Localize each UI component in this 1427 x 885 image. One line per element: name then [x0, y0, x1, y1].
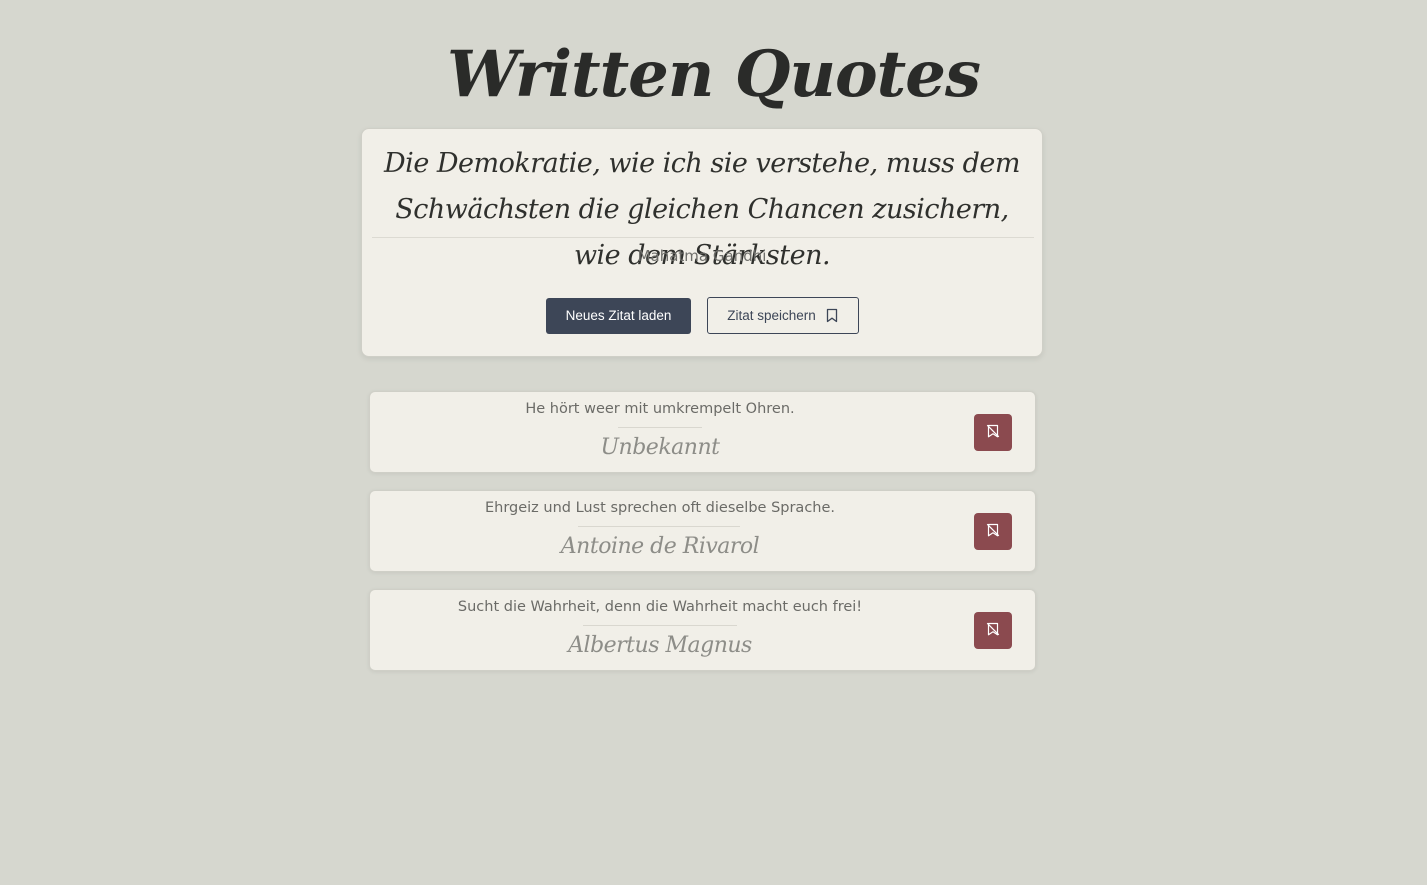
save-quote-button[interactable]: Zitat speichern	[707, 297, 859, 334]
current-quote-card: Die Demokratie, wie ich sie verstehe, mu…	[361, 128, 1043, 357]
load-new-quote-button[interactable]: Neues Zitat laden	[546, 298, 691, 334]
bookmark-off-icon	[986, 424, 1000, 441]
remove-saved-quote-button[interactable]	[974, 513, 1012, 550]
saved-quote-card: He hört weer mit umkrempelt Ohren. Unbek…	[369, 391, 1036, 473]
saved-quote-divider	[618, 427, 702, 428]
saved-quote-divider	[583, 625, 737, 626]
saved-quote-card: Ehrgeiz und Lust sprechen oft dieselbe S…	[369, 490, 1036, 572]
saved-quote-author: Albertus Magnus	[568, 633, 752, 658]
saved-quote-text: Sucht die Wahrheit, denn die Wahrheit ma…	[457, 599, 863, 615]
bookmark-off-icon	[986, 523, 1000, 540]
saved-quote-text: Ehrgeiz und Lust sprechen oft dieselbe S…	[484, 500, 836, 516]
saved-quote-text: He hört weer mit umkrempelt Ohren.	[525, 401, 795, 417]
quote-divider	[372, 237, 1034, 238]
saved-quote-author: Unbekannt	[600, 435, 720, 460]
bookmark-icon	[825, 308, 839, 323]
app-root: Written Quotes Die Demokratie, wie ich s…	[0, 0, 1427, 885]
saved-quote-author: Antoine de Rivarol	[560, 534, 760, 559]
saved-quote-card: Sucht die Wahrheit, denn die Wahrheit ma…	[369, 589, 1036, 671]
saved-quote-divider	[578, 526, 740, 527]
save-quote-button-label: Zitat speichern	[727, 308, 816, 323]
app-title: Written Quotes	[447, 37, 981, 112]
current-quote-author: Mahatma Gandhi	[637, 247, 767, 265]
remove-saved-quote-button[interactable]	[974, 612, 1012, 649]
bookmark-off-icon	[986, 622, 1000, 639]
remove-saved-quote-button[interactable]	[974, 414, 1012, 451]
